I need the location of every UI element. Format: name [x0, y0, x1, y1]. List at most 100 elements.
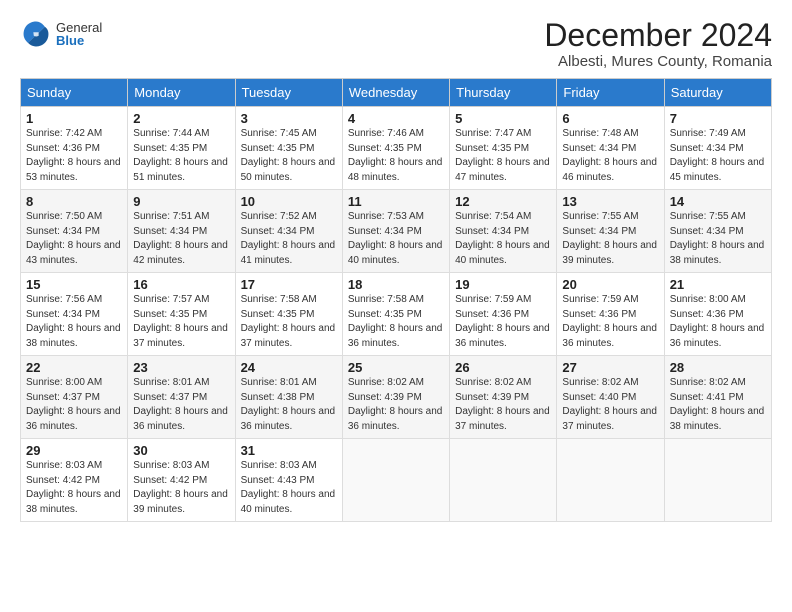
day-info: Sunrise: 7:58 AMSunset: 4:35 PMDaylight:…	[348, 294, 443, 349]
day-cell: 12 Sunrise: 7:54 AMSunset: 4:34 PMDaylig…	[450, 190, 557, 273]
day-cell: 15 Sunrise: 7:56 AMSunset: 4:34 PMDaylig…	[21, 273, 128, 356]
day-number: 26	[455, 360, 551, 375]
day-info: Sunrise: 7:54 AMSunset: 4:34 PMDaylight:…	[455, 211, 550, 266]
day-number: 16	[133, 277, 229, 292]
day-number: 25	[348, 360, 444, 375]
col-sunday: Sunday	[21, 79, 128, 107]
day-info: Sunrise: 7:49 AMSunset: 4:34 PMDaylight:…	[670, 128, 765, 183]
logo: General Blue	[20, 18, 102, 50]
col-tuesday: Tuesday	[235, 79, 342, 107]
day-number: 29	[26, 443, 122, 458]
day-cell: 28 Sunrise: 8:02 AMSunset: 4:41 PMDaylig…	[664, 356, 771, 439]
day-info: Sunrise: 7:48 AMSunset: 4:34 PMDaylight:…	[562, 128, 657, 183]
day-cell: 26 Sunrise: 8:02 AMSunset: 4:39 PMDaylig…	[450, 356, 557, 439]
col-saturday: Saturday	[664, 79, 771, 107]
day-number: 10	[241, 194, 337, 209]
day-info: Sunrise: 8:03 AMSunset: 4:42 PMDaylight:…	[26, 460, 121, 515]
day-cell: 5 Sunrise: 7:47 AMSunset: 4:35 PMDayligh…	[450, 107, 557, 190]
week-row-5: 29 Sunrise: 8:03 AMSunset: 4:42 PMDaylig…	[21, 439, 772, 522]
day-number: 18	[348, 277, 444, 292]
day-number: 17	[241, 277, 337, 292]
day-cell	[664, 439, 771, 522]
day-number: 30	[133, 443, 229, 458]
week-row-4: 22 Sunrise: 8:00 AMSunset: 4:37 PMDaylig…	[21, 356, 772, 439]
day-cell: 8 Sunrise: 7:50 AMSunset: 4:34 PMDayligh…	[21, 190, 128, 273]
day-info: Sunrise: 8:02 AMSunset: 4:40 PMDaylight:…	[562, 377, 657, 432]
day-cell: 24 Sunrise: 8:01 AMSunset: 4:38 PMDaylig…	[235, 356, 342, 439]
day-cell: 31 Sunrise: 8:03 AMSunset: 4:43 PMDaylig…	[235, 439, 342, 522]
main-title: December 2024	[544, 18, 772, 53]
day-info: Sunrise: 7:55 AMSunset: 4:34 PMDaylight:…	[670, 211, 765, 266]
day-number: 4	[348, 111, 444, 126]
day-cell: 30 Sunrise: 8:03 AMSunset: 4:42 PMDaylig…	[128, 439, 235, 522]
day-number: 15	[26, 277, 122, 292]
day-info: Sunrise: 7:53 AMSunset: 4:34 PMDaylight:…	[348, 211, 443, 266]
day-number: 11	[348, 194, 444, 209]
day-cell	[557, 439, 664, 522]
day-info: Sunrise: 7:58 AMSunset: 4:35 PMDaylight:…	[241, 294, 336, 349]
header: General Blue December 2024 Albesti, Mure…	[20, 18, 772, 70]
day-number: 22	[26, 360, 122, 375]
col-monday: Monday	[128, 79, 235, 107]
day-cell: 16 Sunrise: 7:57 AMSunset: 4:35 PMDaylig…	[128, 273, 235, 356]
day-info: Sunrise: 7:50 AMSunset: 4:34 PMDaylight:…	[26, 211, 121, 266]
day-cell: 19 Sunrise: 7:59 AMSunset: 4:36 PMDaylig…	[450, 273, 557, 356]
day-number: 31	[241, 443, 337, 458]
day-info: Sunrise: 8:03 AMSunset: 4:43 PMDaylight:…	[241, 460, 336, 515]
day-number: 28	[670, 360, 766, 375]
day-cell: 7 Sunrise: 7:49 AMSunset: 4:34 PMDayligh…	[664, 107, 771, 190]
logo-icon	[20, 18, 52, 50]
week-row-1: 1 Sunrise: 7:42 AMSunset: 4:36 PMDayligh…	[21, 107, 772, 190]
calendar: Sunday Monday Tuesday Wednesday Thursday…	[20, 78, 772, 522]
day-cell: 29 Sunrise: 8:03 AMSunset: 4:42 PMDaylig…	[21, 439, 128, 522]
week-row-3: 15 Sunrise: 7:56 AMSunset: 4:34 PMDaylig…	[21, 273, 772, 356]
day-info: Sunrise: 7:56 AMSunset: 4:34 PMDaylight:…	[26, 294, 121, 349]
day-info: Sunrise: 7:57 AMSunset: 4:35 PMDaylight:…	[133, 294, 228, 349]
logo-blue-text: Blue	[56, 34, 102, 47]
day-cell: 10 Sunrise: 7:52 AMSunset: 4:34 PMDaylig…	[235, 190, 342, 273]
day-cell: 27 Sunrise: 8:02 AMSunset: 4:40 PMDaylig…	[557, 356, 664, 439]
day-number: 2	[133, 111, 229, 126]
day-number: 12	[455, 194, 551, 209]
day-info: Sunrise: 8:00 AMSunset: 4:36 PMDaylight:…	[670, 294, 765, 349]
day-info: Sunrise: 7:44 AMSunset: 4:35 PMDaylight:…	[133, 128, 228, 183]
page: General Blue December 2024 Albesti, Mure…	[0, 0, 792, 612]
day-number: 7	[670, 111, 766, 126]
day-cell: 22 Sunrise: 8:00 AMSunset: 4:37 PMDaylig…	[21, 356, 128, 439]
day-cell: 23 Sunrise: 8:01 AMSunset: 4:37 PMDaylig…	[128, 356, 235, 439]
day-cell: 4 Sunrise: 7:46 AMSunset: 4:35 PMDayligh…	[342, 107, 449, 190]
day-cell: 21 Sunrise: 8:00 AMSunset: 4:36 PMDaylig…	[664, 273, 771, 356]
day-info: Sunrise: 8:00 AMSunset: 4:37 PMDaylight:…	[26, 377, 121, 432]
col-friday: Friday	[557, 79, 664, 107]
week-row-2: 8 Sunrise: 7:50 AMSunset: 4:34 PMDayligh…	[21, 190, 772, 273]
day-cell: 25 Sunrise: 8:02 AMSunset: 4:39 PMDaylig…	[342, 356, 449, 439]
day-number: 20	[562, 277, 658, 292]
day-info: Sunrise: 8:03 AMSunset: 4:42 PMDaylight:…	[133, 460, 228, 515]
day-number: 19	[455, 277, 551, 292]
day-info: Sunrise: 8:02 AMSunset: 4:39 PMDaylight:…	[455, 377, 550, 432]
day-number: 6	[562, 111, 658, 126]
col-wednesday: Wednesday	[342, 79, 449, 107]
day-info: Sunrise: 7:59 AMSunset: 4:36 PMDaylight:…	[455, 294, 550, 349]
day-number: 23	[133, 360, 229, 375]
day-cell: 9 Sunrise: 7:51 AMSunset: 4:34 PMDayligh…	[128, 190, 235, 273]
day-cell: 11 Sunrise: 7:53 AMSunset: 4:34 PMDaylig…	[342, 190, 449, 273]
day-number: 5	[455, 111, 551, 126]
day-cell: 18 Sunrise: 7:58 AMSunset: 4:35 PMDaylig…	[342, 273, 449, 356]
day-cell	[342, 439, 449, 522]
day-number: 27	[562, 360, 658, 375]
day-number: 1	[26, 111, 122, 126]
day-cell: 14 Sunrise: 7:55 AMSunset: 4:34 PMDaylig…	[664, 190, 771, 273]
day-cell: 20 Sunrise: 7:59 AMSunset: 4:36 PMDaylig…	[557, 273, 664, 356]
day-number: 24	[241, 360, 337, 375]
day-number: 21	[670, 277, 766, 292]
day-info: Sunrise: 8:01 AMSunset: 4:37 PMDaylight:…	[133, 377, 228, 432]
day-number: 13	[562, 194, 658, 209]
day-info: Sunrise: 8:02 AMSunset: 4:41 PMDaylight:…	[670, 377, 765, 432]
day-number: 3	[241, 111, 337, 126]
day-number: 8	[26, 194, 122, 209]
header-row: Sunday Monday Tuesday Wednesday Thursday…	[21, 79, 772, 107]
day-number: 9	[133, 194, 229, 209]
day-cell: 6 Sunrise: 7:48 AMSunset: 4:34 PMDayligh…	[557, 107, 664, 190]
day-number: 14	[670, 194, 766, 209]
